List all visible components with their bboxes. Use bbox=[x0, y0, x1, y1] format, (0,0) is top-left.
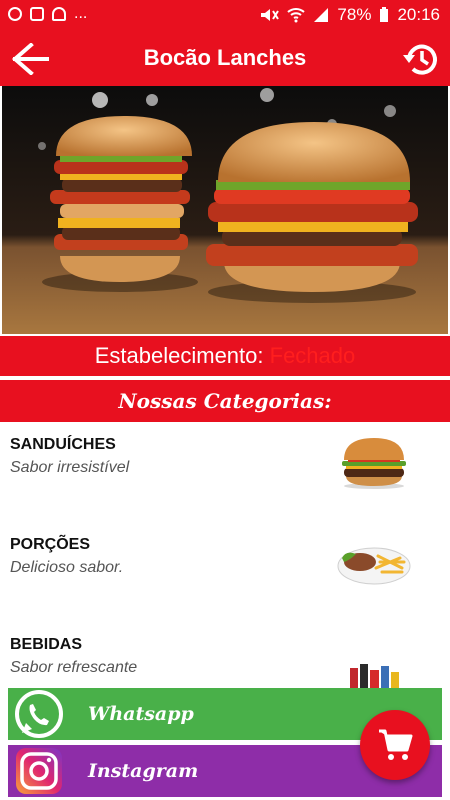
cart-button[interactable] bbox=[360, 710, 430, 780]
category-description: Delicioso sabor. bbox=[10, 559, 124, 576]
instagram-icon bbox=[10, 747, 68, 795]
system-icons: 78% 20:16 bbox=[259, 5, 440, 25]
instagram-label: Instagram bbox=[88, 760, 199, 782]
status-bar: ... 78% 20:16 bbox=[0, 0, 450, 32]
mute-icon bbox=[261, 9, 280, 21]
history-button[interactable] bbox=[398, 38, 442, 80]
hero-image bbox=[2, 86, 448, 334]
more-notifications-icon: ... bbox=[74, 5, 88, 22]
whatsapp-notification-icon bbox=[8, 7, 22, 21]
drinks-icon bbox=[350, 664, 399, 690]
whatsapp-label: Whatsapp bbox=[88, 703, 194, 725]
page-title: Bocão Lanches bbox=[143, 45, 307, 70]
portion-plate-icon bbox=[337, 547, 411, 585]
app-bar: Bocão Lanches bbox=[0, 32, 450, 86]
category-item-sanduiches[interactable]: SANDUÍCHES Sabor irresistível bbox=[0, 426, 450, 522]
category-name: SANDUÍCHES bbox=[10, 436, 116, 453]
contact-notification-icon bbox=[52, 7, 66, 21]
category-item-porcoes[interactable]: PORÇÕES Delicioso sabor. bbox=[0, 526, 450, 622]
burgers-photo bbox=[2, 86, 448, 334]
burger-icon bbox=[342, 438, 406, 489]
categories-header: Nossas Categorias: bbox=[0, 380, 450, 422]
category-name: BEBIDAS bbox=[10, 636, 83, 653]
cart-icon bbox=[379, 729, 413, 760]
signal-icon bbox=[314, 8, 329, 22]
whatsapp-icon bbox=[10, 690, 68, 738]
battery-icon bbox=[380, 7, 389, 22]
clock: 20:16 bbox=[397, 5, 440, 24]
notification-icons: ... bbox=[8, 5, 88, 22]
category-description: Sabor irresistível bbox=[10, 459, 130, 476]
wifi-icon bbox=[287, 8, 306, 23]
establishment-label: Estabelecimento: bbox=[94, 343, 264, 368]
establishment-status-banner: Estabelecimento: Fechado bbox=[0, 336, 450, 376]
establishment-status: Fechado bbox=[269, 343, 356, 368]
image-notification-icon bbox=[30, 7, 44, 21]
category-name: PORÇÕES bbox=[10, 536, 91, 553]
battery-percent: 78% bbox=[337, 5, 372, 24]
history-icon bbox=[403, 44, 437, 75]
category-description: Sabor refrescante bbox=[10, 659, 138, 676]
